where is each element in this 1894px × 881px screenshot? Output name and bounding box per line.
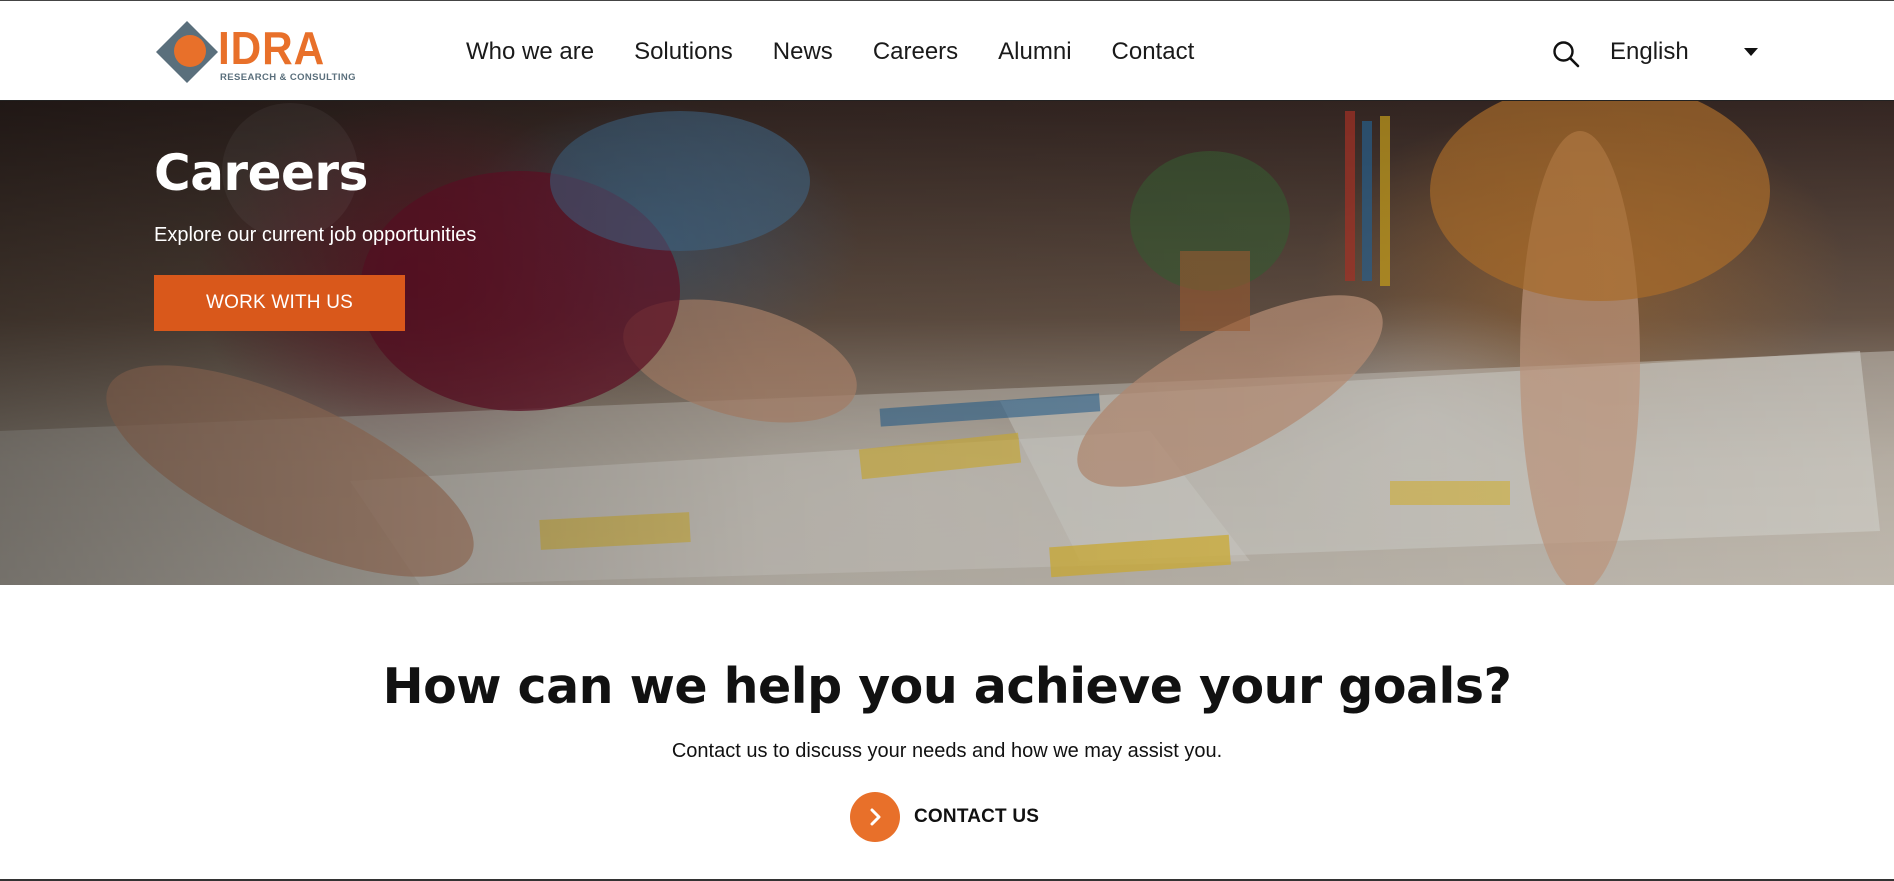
nav-item-alumni[interactable]: Alumni [998, 37, 1071, 67]
hero-banner: Careers Explore our current job opportun… [0, 101, 1894, 585]
cta-subtitle: Contact us to discuss your needs and how… [671, 740, 1223, 762]
nav-item-careers[interactable]: Careers [873, 37, 958, 67]
nav-item-contact[interactable]: Contact [1112, 37, 1195, 67]
hero-subtitle: Explore our current job opportunities [154, 224, 477, 246]
caret-down-icon [1743, 48, 1758, 56]
contact-us-label: CONTACT US [914, 806, 1040, 827]
logo-mark-icon [156, 21, 218, 83]
chevron-right-icon [870, 808, 881, 826]
search-button[interactable] [1551, 39, 1581, 69]
site-header: IDRA RESEARCH & CONSULTING Who we are So… [0, 0, 1894, 101]
language-label: English [1610, 38, 1689, 65]
main-nav: Who we are Solutions News Careers Alumni… [466, 37, 1234, 67]
search-icon [1553, 41, 1580, 68]
hero-title: Careers [154, 144, 368, 202]
nav-item-who-we-are[interactable]: Who we are [466, 37, 594, 67]
language-selector[interactable]: English [1610, 37, 1758, 67]
logo-tagline: RESEARCH & CONSULTING [220, 72, 356, 83]
cta-circle-button [850, 792, 900, 842]
work-with-us-button[interactable]: WORK WITH US [154, 275, 405, 331]
nav-item-news[interactable]: News [773, 37, 833, 67]
contact-us-link[interactable]: CONTACT US [850, 792, 1039, 842]
logo-wordmark: IDRA [218, 22, 326, 74]
site-logo[interactable]: IDRA RESEARCH & CONSULTING [154, 19, 356, 85]
nav-item-solutions[interactable]: Solutions [634, 37, 733, 67]
cta-title: How can we help you achieve your goals? [382, 658, 1512, 715]
